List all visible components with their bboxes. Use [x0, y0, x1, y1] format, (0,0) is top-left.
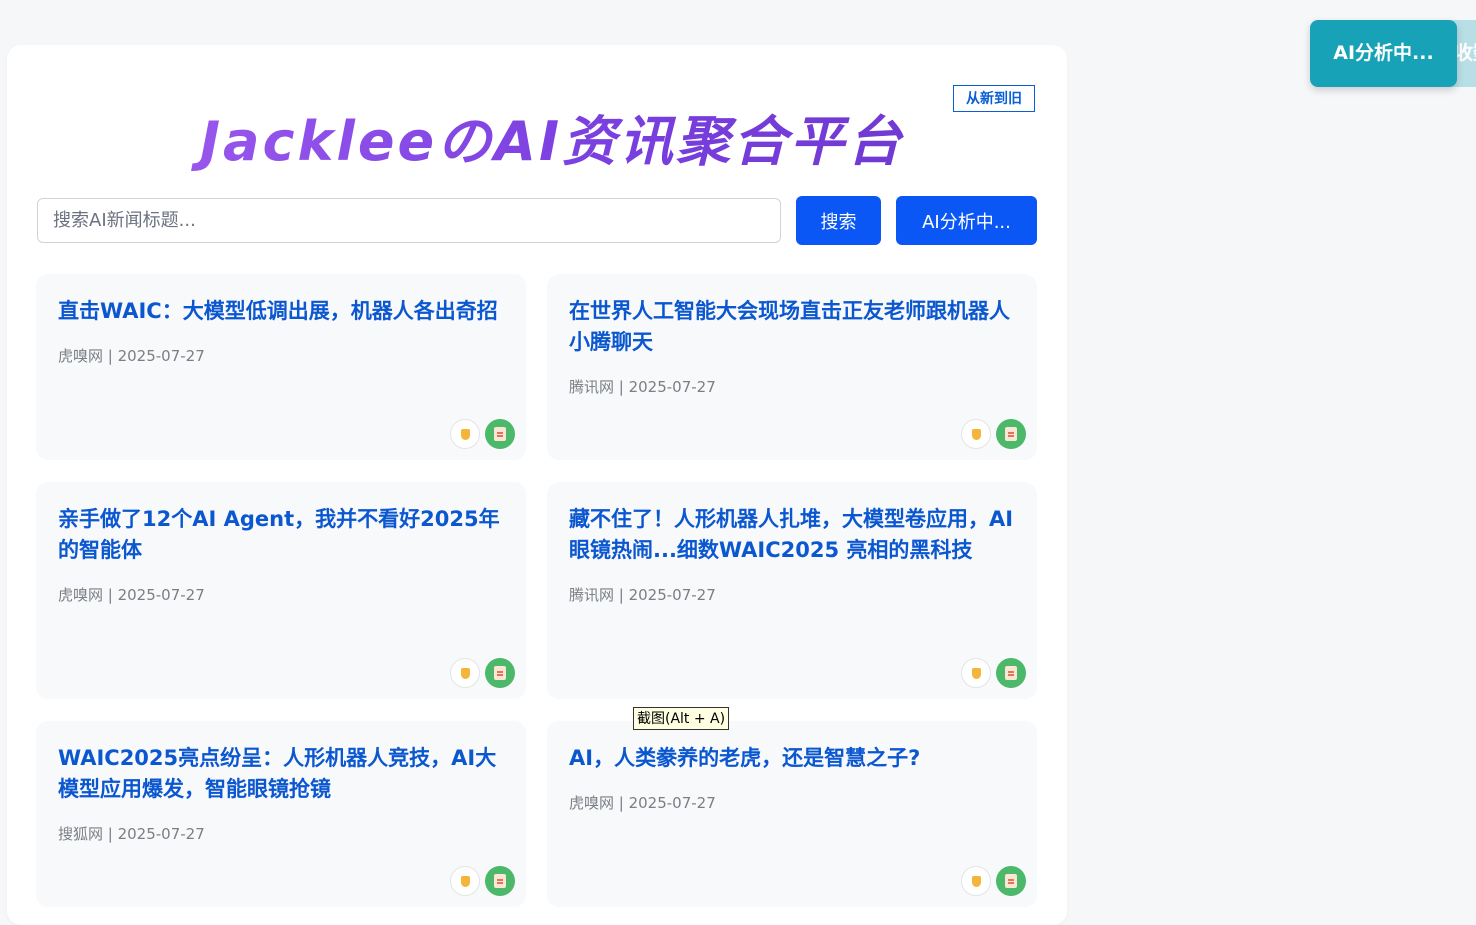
- ai-analyze-button[interactable]: AI分析中...: [896, 196, 1037, 245]
- news-meta: 腾讯网 | 2025-07-27: [569, 586, 716, 604]
- card-actions: [961, 419, 1026, 449]
- news-card: 藏不住了！人形机器人扎堆，大模型卷应用，AI眼镜热闹...细数WAIC2025 …: [547, 482, 1037, 699]
- main-panel: JackleeのAI资讯聚合平台 从新到旧 搜索 AI分析中... 直击WAIC…: [7, 45, 1067, 925]
- thumbs-down-icon[interactable]: [450, 658, 480, 688]
- news-title[interactable]: 在世界人工智能大会现场直击正友老师跟机器人小腾聊天: [569, 296, 1015, 358]
- ai-analysis-toast: AI分析中...: [1310, 20, 1457, 87]
- news-title[interactable]: 藏不住了！人形机器人扎堆，大模型卷应用，AI眼镜热闹...细数WAIC2025 …: [569, 504, 1015, 566]
- document-icon[interactable]: [485, 419, 515, 449]
- document-icon[interactable]: [485, 866, 515, 896]
- thumbs-down-icon[interactable]: [450, 419, 480, 449]
- news-card: AI，人类豢养的老虎，还是智慧之子? 虎嗅网 | 2025-07-27: [547, 721, 1037, 907]
- news-card: WAIC2025亮点纷呈：人形机器人竞技，AI大模型应用爆发，智能眼镜抢镜 搜狐…: [36, 721, 526, 907]
- news-meta: 虎嗅网 | 2025-07-27: [58, 586, 205, 604]
- document-icon[interactable]: [485, 658, 515, 688]
- card-actions: [961, 658, 1026, 688]
- news-title[interactable]: WAIC2025亮点纷呈：人形机器人竞技，AI大模型应用爆发，智能眼镜抢镜: [58, 743, 504, 805]
- thumbs-down-icon[interactable]: [961, 419, 991, 449]
- thumbs-down-icon[interactable]: [961, 866, 991, 896]
- news-meta: 虎嗅网 | 2025-07-27: [58, 347, 205, 365]
- news-title[interactable]: AI，人类豢养的老虎，还是智慧之子?: [569, 743, 1015, 774]
- news-card: 亲手做了12个AI Agent，我并不看好2025年的智能体 虎嗅网 | 202…: [36, 482, 526, 699]
- news-title[interactable]: 直击WAIC：大模型低调出展，机器人各出奇招: [58, 296, 504, 327]
- news-meta: 腾讯网 | 2025-07-27: [569, 378, 716, 396]
- news-meta: 搜狐网 | 2025-07-27: [58, 825, 205, 843]
- card-actions: [961, 866, 1026, 896]
- search-button[interactable]: 搜索: [796, 196, 881, 245]
- news-meta: 虎嗅网 | 2025-07-27: [569, 794, 716, 812]
- document-icon[interactable]: [996, 658, 1026, 688]
- card-actions: [450, 419, 515, 449]
- card-actions: [450, 658, 515, 688]
- news-title[interactable]: 亲手做了12个AI Agent，我并不看好2025年的智能体: [58, 504, 504, 566]
- thumbs-down-icon[interactable]: [450, 866, 480, 896]
- document-icon[interactable]: [996, 866, 1026, 896]
- page-title: JackleeのAI资讯聚合平台: [7, 97, 1097, 176]
- news-card: 直击WAIC：大模型低调出展，机器人各出奇招 虎嗅网 | 2025-07-27: [36, 274, 526, 460]
- news-card: 在世界人工智能大会现场直击正友老师跟机器人小腾聊天 腾讯网 | 2025-07-…: [547, 274, 1037, 460]
- document-icon[interactable]: [996, 419, 1026, 449]
- screenshot-tooltip: 截图(Alt + A): [633, 707, 730, 730]
- thumbs-down-icon[interactable]: [961, 658, 991, 688]
- search-input[interactable]: [37, 198, 781, 243]
- sort-order-button[interactable]: 从新到旧: [953, 85, 1035, 112]
- card-actions: [450, 866, 515, 896]
